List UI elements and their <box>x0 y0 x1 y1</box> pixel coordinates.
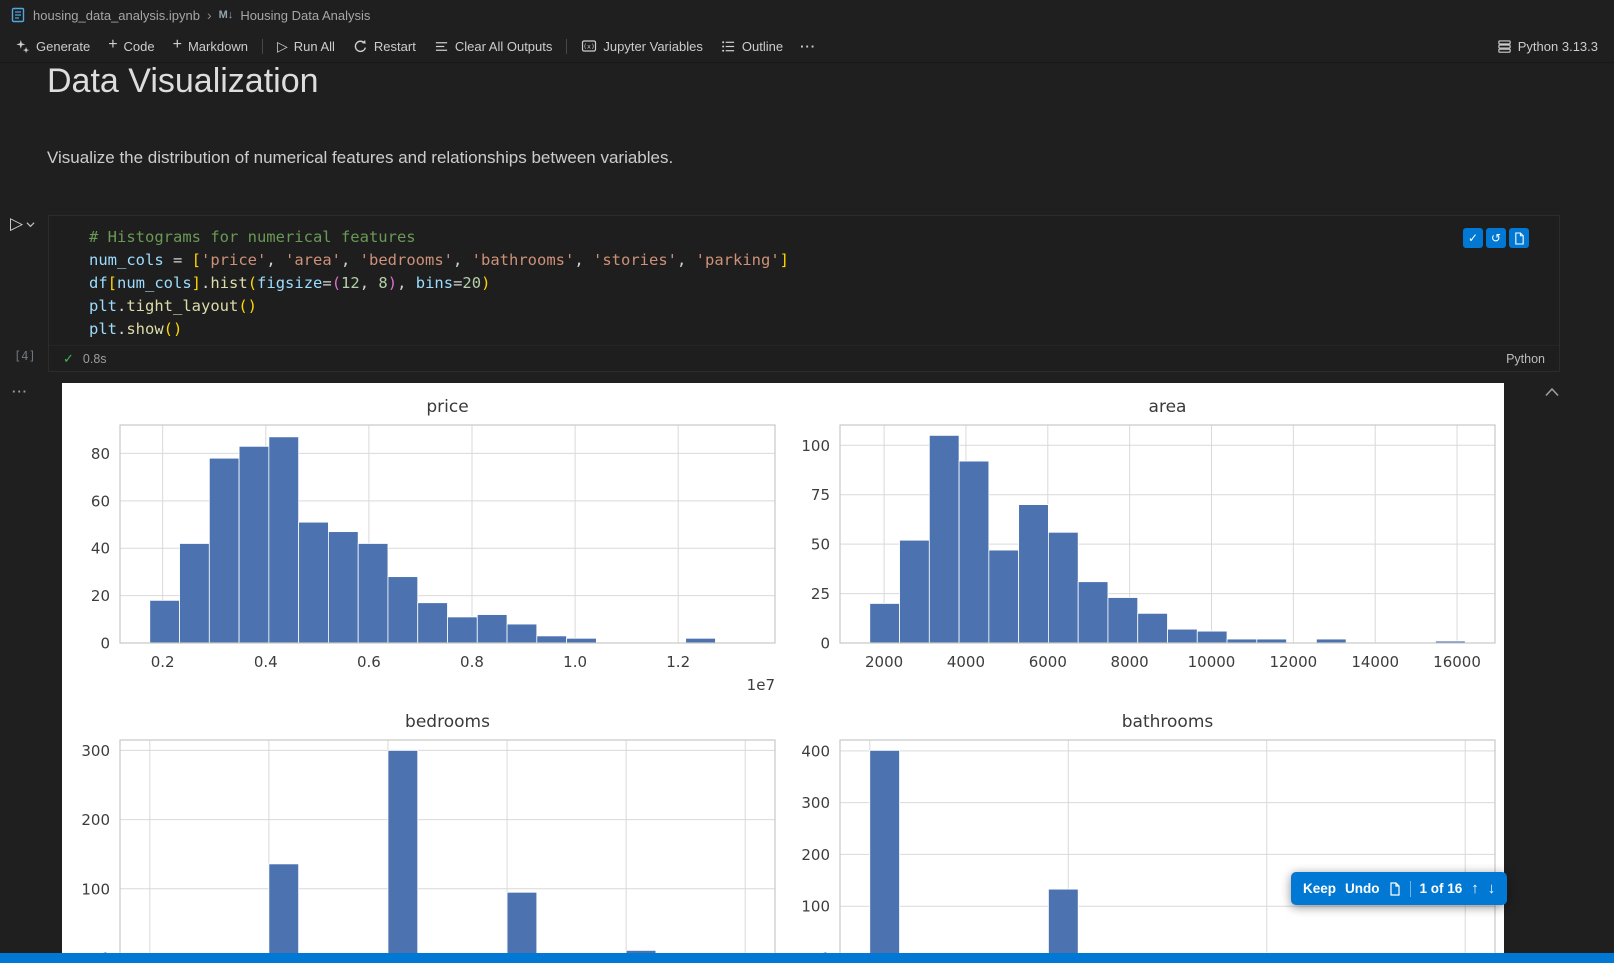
svg-text:0.8: 0.8 <box>460 653 484 671</box>
breadcrumb-chevron-icon: › <box>207 7 212 23</box>
sparkle-icon <box>15 39 30 54</box>
kernel-icon <box>1497 39 1512 54</box>
svg-text:0.2: 0.2 <box>151 653 175 671</box>
generate-button[interactable]: Generate <box>6 33 99 59</box>
success-icon: ✓ <box>63 351 74 367</box>
add-code-button[interactable]: + Code <box>99 33 163 59</box>
kernel-picker[interactable]: Python 3.13.3 <box>1487 39 1608 54</box>
markdown-heading: Data Visualization <box>47 62 319 101</box>
window-bottom-border <box>0 953 1614 963</box>
svg-text:300: 300 <box>81 742 110 760</box>
clear-all-icon <box>434 39 449 54</box>
toggle-diff-icon[interactable] <box>1389 882 1401 896</box>
breadcrumb-section[interactable]: Housing Data Analysis <box>240 8 370 23</box>
svg-text:80: 80 <box>91 445 110 463</box>
svg-text:20: 20 <box>91 587 110 605</box>
svg-text:75: 75 <box>811 486 830 504</box>
svg-text:0.6: 0.6 <box>357 653 381 671</box>
vscode-window: housing_data_analysis.ipynb › M↓ Housing… <box>0 0 1614 963</box>
svg-text:1.2: 1.2 <box>666 653 690 671</box>
plus-icon: + <box>108 37 117 53</box>
notebook-file-icon <box>10 7 26 23</box>
svg-text:60: 60 <box>91 492 110 510</box>
clear-all-outputs-button[interactable]: Clear All Outputs <box>425 33 562 59</box>
undo-button[interactable]: Undo <box>1345 881 1380 896</box>
histogram-bedrooms: 0100200300123456bedrooms <box>81 712 775 953</box>
play-icon: ▷ <box>277 38 288 55</box>
svg-text:200: 200 <box>801 846 830 864</box>
svg-text:100: 100 <box>801 437 830 455</box>
run-all-button[interactable]: ▷ Run All <box>268 33 344 59</box>
svg-text:bathrooms: bathrooms <box>1122 712 1214 732</box>
svg-text:50: 50 <box>811 536 830 554</box>
previous-change-icon[interactable]: ↑ <box>1471 880 1479 897</box>
cell-output: 0 20 40 60 80 0.2 0.4 0.6 0.8 1.0 1.2 price 1e7 0 25 50… <box>62 383 1504 953</box>
widget-separator <box>1410 881 1411 897</box>
svg-text:300: 300 <box>801 794 830 812</box>
svg-text:price: price <box>426 397 468 417</box>
variables-icon: (x) <box>581 38 597 54</box>
histogram-bathrooms: 01002003004001234bathrooms <box>801 712 1495 953</box>
svg-text:8000: 8000 <box>1111 653 1149 671</box>
output-more-actions[interactable]: ··· <box>12 384 28 399</box>
svg-text:1.0: 1.0 <box>563 653 587 671</box>
svg-text:10000: 10000 <box>1188 653 1236 671</box>
svg-text:40: 40 <box>91 540 110 558</box>
next-change-icon[interactable]: ↓ <box>1488 880 1496 897</box>
execution-count: [4] <box>14 349 36 363</box>
svg-text:100: 100 <box>81 880 110 898</box>
diff-position-label: 1 of 16 <box>1420 881 1463 896</box>
chevron-down-icon <box>26 221 35 228</box>
jupyter-variables-button[interactable]: (x) Jupyter Variables <box>572 33 711 59</box>
svg-text:16000: 16000 <box>1433 653 1481 671</box>
svg-text:2000: 2000 <box>865 653 903 671</box>
svg-text:bedrooms: bedrooms <box>405 712 490 732</box>
svg-text:14000: 14000 <box>1351 653 1399 671</box>
inline-chat-widget: Keep Undo 1 of 16 ↑ ↓ <box>1291 872 1507 905</box>
cell-language-picker[interactable]: Python <box>1506 352 1545 366</box>
play-icon: ▷ <box>10 214 23 234</box>
svg-text:4000: 4000 <box>947 653 985 671</box>
view-diff-button[interactable] <box>1509 228 1529 248</box>
execution-time: 0.8s <box>83 352 107 366</box>
scroll-top-icon[interactable] <box>1544 387 1560 397</box>
inline-chat-cell-actions: ✓ ↺ <box>1463 228 1529 248</box>
restart-icon <box>353 39 368 54</box>
svg-text:1e7: 1e7 <box>747 676 775 694</box>
svg-text:25: 25 <box>811 585 830 603</box>
outline-button[interactable]: Outline <box>712 33 792 59</box>
code-cell: ✓ ↺ # Histograms for numerical featuresn… <box>48 215 1560 372</box>
notebook-toolbar: Generate + Code + Markdown ▷ Run All Res… <box>0 30 1614 63</box>
toolbar-separator <box>262 39 263 54</box>
keep-button[interactable]: Keep <box>1303 881 1336 896</box>
svg-text:0.4: 0.4 <box>254 653 278 671</box>
histogram-price: 0 20 40 60 80 0.2 0.4 0.6 0.8 1.0 1.2 price 1e7 <box>91 397 775 694</box>
breadcrumb: housing_data_analysis.ipynb › M↓ Housing… <box>0 0 1614 30</box>
svg-text:400: 400 <box>801 742 830 760</box>
svg-text:6000: 6000 <box>1029 653 1067 671</box>
svg-text:(x): (x) <box>584 43 596 51</box>
svg-text:100: 100 <box>801 898 830 916</box>
histogram-area: 0 25 50 75 100 2000 4000 6000 8000 10000 12000 1400… <box>801 397 1495 671</box>
code-editor[interactable]: # Histograms for numerical featuresnum_c… <box>89 226 789 341</box>
toolbar-more-actions[interactable]: ··· <box>792 39 824 54</box>
histogram-figure: 0 20 40 60 80 0.2 0.4 0.6 0.8 1.0 1.2 price 1e7 0 25 50… <box>62 383 1504 953</box>
svg-text:0: 0 <box>100 635 110 653</box>
breadcrumb-file[interactable]: housing_data_analysis.ipynb <box>33 8 200 23</box>
markdown-paragraph: Visualize the distribution of numerical … <box>47 148 673 168</box>
discard-change-button[interactable]: ↺ <box>1486 228 1506 248</box>
svg-text:12000: 12000 <box>1269 653 1317 671</box>
plus-icon: + <box>173 37 182 53</box>
accept-change-button[interactable]: ✓ <box>1463 228 1483 248</box>
toolbar-separator <box>566 39 567 54</box>
cell-status-bar: ✓ 0.8s Python <box>49 345 1559 371</box>
markdown-icon: M↓ <box>219 9 234 21</box>
svg-text:200: 200 <box>81 811 110 829</box>
outline-icon <box>721 39 736 54</box>
svg-text:area: area <box>1149 397 1187 417</box>
add-markdown-button[interactable]: + Markdown <box>164 33 257 59</box>
svg-text:0: 0 <box>820 635 830 653</box>
restart-button[interactable]: Restart <box>344 33 425 59</box>
run-cell-button[interactable]: ▷ <box>10 214 35 234</box>
